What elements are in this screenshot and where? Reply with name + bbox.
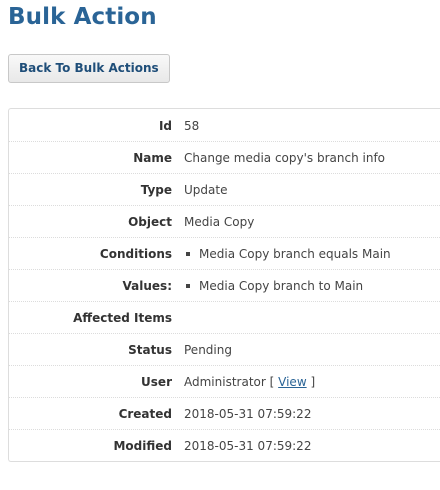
detail-row-status: Status Pending [9, 334, 440, 366]
bullet-icon [186, 283, 190, 288]
conditions-value: Media Copy branch equals Main [184, 247, 391, 261]
user-label: User [141, 374, 172, 389]
bullet-icon [186, 251, 190, 256]
modified-label: Modified [113, 439, 172, 453]
back-to-bulk-actions-button[interactable]: Back To Bulk Actions [8, 54, 170, 83]
close-bracket: ] [310, 374, 316, 389]
object-label: Object [128, 214, 172, 229]
created-value: 2018-05-31 07:59:22 [184, 406, 312, 421]
modified-value: 2018-05-31 07:59:22 [184, 439, 312, 453]
type-value: Update [184, 182, 228, 197]
detail-row-user: User Administrator [ View ] [9, 366, 440, 398]
detail-row-type: Type Update [9, 174, 440, 206]
status-value: Pending [184, 342, 232, 357]
condition-text: Media Copy branch equals Main [199, 246, 391, 261]
conditions-label: Conditions [99, 246, 172, 261]
detail-row-conditions: Conditions Media Copy branch equals Main [9, 238, 440, 270]
value-text: Media Copy branch to Main [199, 278, 364, 293]
value-item: Media Copy branch to Main [184, 279, 363, 293]
created-label: Created [118, 406, 172, 421]
user-name: Administrator [184, 374, 266, 389]
values-value: Media Copy branch to Main [184, 279, 363, 293]
name-label: Name [133, 150, 172, 165]
view-user-link[interactable]: View [278, 375, 306, 389]
id-label: Id [158, 118, 172, 133]
detail-row-object: Object Media Copy [9, 206, 440, 238]
affected-items-label: Affected Items [73, 310, 172, 325]
open-bracket: [ [269, 374, 275, 389]
values-label: Values: [122, 278, 172, 293]
name-value: Change media copy's branch info [184, 150, 386, 165]
detail-row-affected-items: Affected Items [9, 302, 440, 334]
condition-item: Media Copy branch equals Main [184, 247, 391, 261]
status-label: Status [128, 342, 172, 357]
page-title: Bulk Action [8, 4, 157, 30]
detail-panel: Id 58 Name Change media copy's branch in… [8, 108, 440, 462]
detail-row-id: Id 58 [9, 110, 440, 142]
conditions-list: Media Copy branch equals Main [184, 247, 391, 261]
object-value: Media Copy [184, 214, 255, 229]
detail-row-name: Name Change media copy's branch info [9, 142, 440, 174]
detail-row-modified: Modified 2018-05-31 07:59:22 [9, 430, 440, 462]
user-value: Administrator [ View ] [184, 375, 315, 389]
id-value: 58 [184, 118, 200, 133]
type-label: Type [140, 182, 172, 197]
detail-row-created: Created 2018-05-31 07:59:22 [9, 398, 440, 430]
detail-row-values: Values: Media Copy branch to Main [9, 270, 440, 302]
values-list: Media Copy branch to Main [184, 279, 363, 293]
